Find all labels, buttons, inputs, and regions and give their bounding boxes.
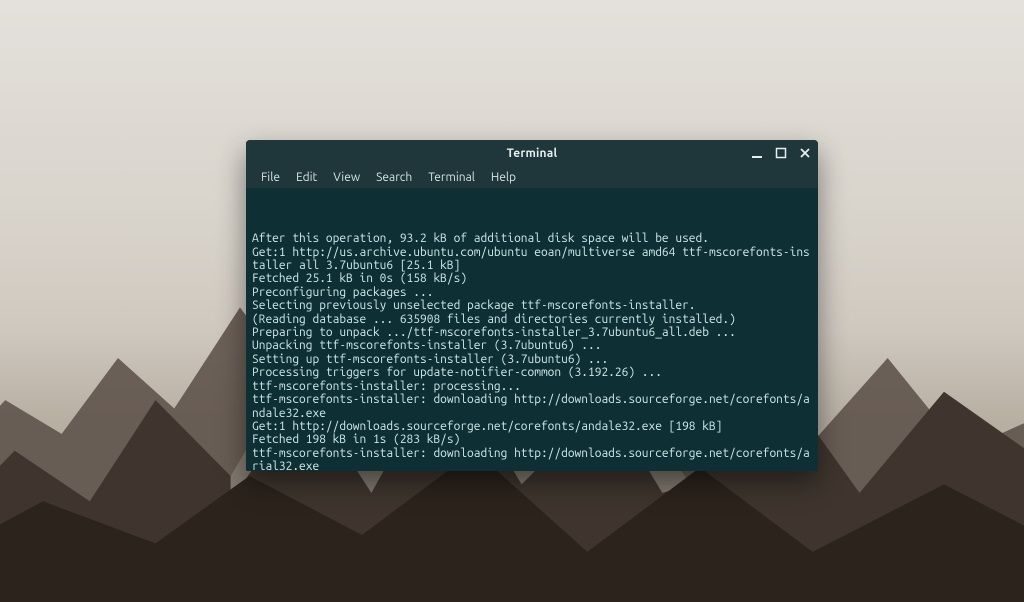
terminal-window: Terminal File Edit View Search Terminal …: [246, 140, 818, 471]
terminal-line: Preparing to unpack .../ttf-mscorefonts-…: [252, 326, 812, 339]
terminal-line: Processing triggers for update-notifier-…: [252, 366, 812, 379]
terminal-line: Setting up ttf-mscorefonts-installer (3.…: [252, 353, 812, 366]
terminal-line: ttf-mscorefonts-installer: processing...: [252, 380, 812, 393]
maximize-button[interactable]: [774, 146, 788, 160]
terminal-line: Get:1 http://us.archive.ubuntu.com/ubunt…: [252, 246, 812, 273]
terminal-line: After this operation, 93.2 kB of additio…: [252, 232, 812, 245]
menu-view[interactable]: View: [326, 169, 367, 186]
menu-file[interactable]: File: [254, 169, 287, 186]
terminal-line: Fetched 198 kB in 1s (283 kB/s): [252, 433, 812, 446]
menu-search[interactable]: Search: [369, 169, 419, 186]
close-button[interactable]: [798, 146, 812, 160]
terminal-line: Preconfiguring packages ...: [252, 286, 812, 299]
window-titlebar[interactable]: Terminal: [246, 140, 818, 166]
terminal-line: (Reading database ... 635908 files and d…: [252, 313, 812, 326]
terminal-output[interactable]: After this operation, 93.2 kB of additio…: [246, 188, 818, 471]
menu-edit[interactable]: Edit: [289, 169, 324, 186]
window-title: Terminal: [507, 147, 558, 160]
terminal-line: ttf-mscorefonts-installer: downloading h…: [252, 447, 812, 471]
window-controls: [750, 140, 812, 166]
terminal-line: Fetched 25.1 kB in 0s (158 kB/s): [252, 272, 812, 285]
terminal-line: ttf-mscorefonts-installer: downloading h…: [252, 393, 812, 420]
terminal-line: Selecting previously unselected package …: [252, 299, 812, 312]
menu-help[interactable]: Help: [484, 169, 523, 186]
terminal-line: Get:1 http://downloads.sourceforge.net/c…: [252, 420, 812, 433]
menu-terminal[interactable]: Terminal: [421, 169, 482, 186]
terminal-line: Unpacking ttf-mscorefonts-installer (3.7…: [252, 339, 812, 352]
minimize-button[interactable]: [750, 146, 764, 160]
menubar: File Edit View Search Terminal Help: [246, 166, 818, 189]
